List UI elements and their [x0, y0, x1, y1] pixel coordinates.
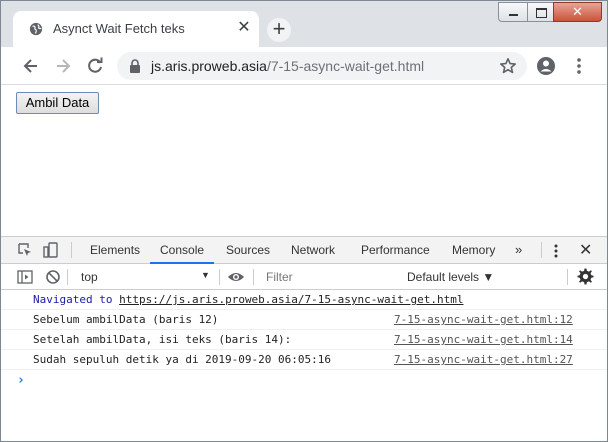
dropdown-arrow-icon: ▼: [201, 270, 210, 280]
console-output: Navigated to https://js.aris.proweb.asia…: [1, 290, 607, 440]
profile-avatar-icon[interactable]: [536, 56, 556, 76]
toolbar-divider: [71, 242, 72, 258]
minimize-button[interactable]: [498, 2, 528, 22]
log-source-link[interactable]: 7-15-async-wait-get.html:27: [394, 353, 573, 366]
eye-icon[interactable]: [227, 269, 245, 285]
globe-icon: [29, 22, 43, 36]
log-line: Sudah sepuluh detik ya di 2019-09-20 06:…: [1, 350, 607, 370]
url-path: /7-15-async-wait-get.html: [266, 58, 425, 74]
browser-menu-icon[interactable]: [575, 56, 583, 76]
devtools-tab-bar: Elements Console Sources Network Perform…: [1, 237, 607, 264]
tab-title: Asynct Wait Fetch teks: [53, 21, 185, 36]
navigated-prefix: Navigated to: [33, 293, 113, 306]
close-icon: ✕: [572, 4, 583, 19]
log-source-link[interactable]: 7-15-async-wait-get.html:14: [394, 333, 573, 346]
maximize-button[interactable]: [527, 2, 554, 22]
log-message: Navigated to https://js.aris.proweb.asia…: [33, 293, 463, 306]
browser-tab[interactable]: Asynct Wait Fetch teks ✕: [13, 11, 259, 47]
browser-toolbar: js.aris.proweb.asia/7-15-async-wait-get.…: [1, 47, 607, 85]
clear-console-icon[interactable]: [45, 269, 61, 285]
tab-strip: Asynct Wait Fetch teks ✕ + ✕: [1, 1, 607, 47]
context-value: top: [81, 270, 98, 284]
log-message: Sudah sepuluh detik ya di 2019-09-20 06:…: [33, 353, 332, 366]
console-prompt[interactable]: ›: [17, 373, 25, 388]
log-message: Sebelum ambilData (baris 12): [33, 313, 219, 326]
window-controls: ✕: [498, 2, 606, 22]
log-line: Setelah ambilData, isi teks (baris 14): …: [1, 330, 607, 350]
close-tab-icon[interactable]: ✕: [235, 19, 253, 37]
page-content: Ambil Data: [1, 86, 607, 236]
tab-sources[interactable]: Sources: [226, 237, 270, 264]
browser-window: Asynct Wait Fetch teks ✕ + ✕ js.aris.pro…: [0, 0, 608, 442]
log-line: Sebelum ambilData (baris 12) 7-15-async-…: [1, 310, 607, 330]
devtools-menu-icon[interactable]: [553, 243, 559, 259]
devtools-panel: Elements Console Sources Network Perform…: [1, 236, 607, 441]
tab-console[interactable]: Console: [150, 237, 215, 264]
toolbar-divider: [67, 269, 68, 285]
close-devtools-icon[interactable]: ✕: [579, 240, 592, 260]
log-message: Setelah ambilData, isi teks (baris 14):: [33, 333, 292, 346]
toolbar-divider: [219, 269, 220, 285]
tab-performance[interactable]: Performance: [361, 237, 430, 264]
filter-input[interactable]: [260, 268, 400, 286]
sidebar-toggle-icon[interactable]: [17, 269, 33, 285]
toolbar-divider: [541, 242, 542, 258]
toolbar-divider: [567, 269, 568, 285]
log-source-link[interactable]: 7-15-async-wait-get.html:12: [394, 313, 573, 326]
tab-network[interactable]: Network: [291, 237, 335, 264]
inspect-element-icon[interactable]: [17, 242, 33, 258]
device-toolbar-icon[interactable]: [43, 242, 59, 258]
console-toolbar: top ▼ Default levels ▼: [1, 264, 607, 290]
address-bar[interactable]: js.aris.proweb.asia/7-15-async-wait-get.…: [117, 52, 527, 80]
gear-icon[interactable]: [577, 268, 594, 285]
url-text: js.aris.proweb.asia/7-15-async-wait-get.…: [151, 58, 424, 74]
new-tab-button[interactable]: +: [267, 18, 291, 42]
url-host: js.aris.proweb.asia: [151, 58, 267, 74]
tab-elements[interactable]: Elements: [90, 237, 140, 264]
back-arrow-icon[interactable]: [20, 55, 42, 77]
more-tabs-button[interactable]: »: [515, 242, 522, 257]
close-window-button[interactable]: ✕: [553, 2, 602, 22]
navigated-url-link[interactable]: https://js.aris.proweb.asia/7-15-async-w…: [119, 293, 463, 306]
toolbar-divider: [253, 269, 254, 285]
tab-memory[interactable]: Memory: [452, 237, 495, 264]
log-levels-dropdown[interactable]: Default levels ▼: [407, 270, 494, 284]
log-navigated: Navigated to https://js.aris.proweb.asia…: [1, 290, 607, 310]
lock-icon[interactable]: [129, 59, 141, 73]
reload-icon[interactable]: [84, 55, 106, 77]
context-select[interactable]: top ▼: [73, 268, 213, 286]
forward-arrow-icon[interactable]: [52, 55, 74, 77]
ambil-data-button[interactable]: Ambil Data: [16, 92, 99, 114]
bookmark-star-icon[interactable]: [499, 57, 517, 75]
